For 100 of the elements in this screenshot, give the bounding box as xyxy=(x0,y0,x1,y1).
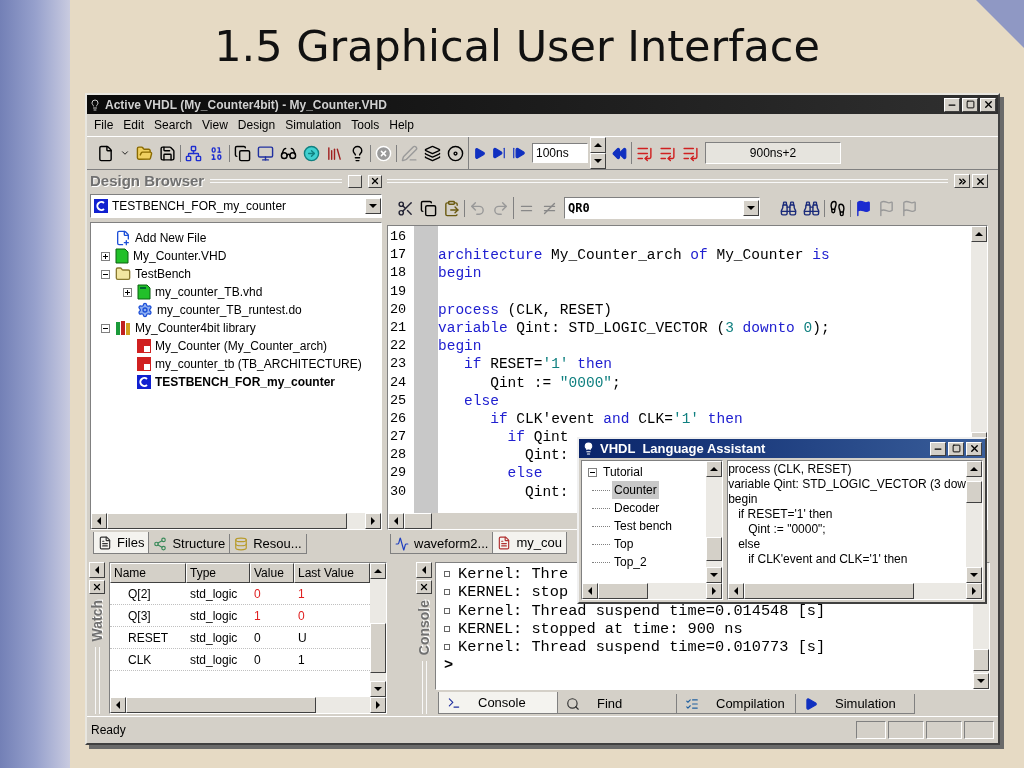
table-cell-text: std_logic xyxy=(189,585,239,603)
table-cell-text: 1 xyxy=(297,651,306,669)
tab[interactable]: Simulation xyxy=(795,694,915,714)
tree-item[interactable]: Add New File xyxy=(135,229,207,247)
table-cell-text: 0 xyxy=(253,651,262,669)
line-number: 20 xyxy=(389,300,408,319)
tree-item[interactable]: My_Counter.VHD xyxy=(133,247,227,265)
code-line: variable Qint: STD_LOGIC_VECTOR (3 downto 0); xyxy=(438,319,830,336)
console-prompt[interactable]: > xyxy=(444,656,454,675)
line-number: 17 xyxy=(389,246,408,265)
menu-item[interactable]: Help xyxy=(384,116,419,134)
line-number: 29 xyxy=(389,464,408,483)
code-line: if CLK'event and CLK='1' then xyxy=(489,410,743,427)
code-line: else xyxy=(506,465,543,482)
table-cell-text: 0 xyxy=(253,629,262,647)
tree-item[interactable]: my_counter_TB_runtest.do xyxy=(157,301,302,319)
column-header[interactable]: Name xyxy=(110,563,186,583)
table-cell-text: std_logic xyxy=(189,629,239,647)
line-number: 18 xyxy=(389,264,408,283)
line-number: 22 xyxy=(389,337,408,356)
table-cell-text: 1 xyxy=(253,607,262,625)
tab[interactable]: waveform2... xyxy=(390,534,494,554)
tree-item[interactable]: TestBench xyxy=(135,265,192,283)
table-cell-text: 0 xyxy=(297,607,306,625)
slide-title: 1.5 Graphical User Interface xyxy=(214,20,820,74)
tree-item[interactable]: Test bench xyxy=(612,517,675,535)
table-cell-text: U xyxy=(297,629,308,647)
console-line: KERNEL: stop xyxy=(458,583,569,602)
line-number: 26 xyxy=(389,409,408,428)
code-line: if RESET='1' then xyxy=(737,507,834,522)
code-line: if CLK'event and CLK='1' then xyxy=(747,552,909,567)
tab[interactable]: Console xyxy=(438,692,558,714)
tree-item[interactable]: Counter xyxy=(612,481,659,499)
menu-item[interactable]: Edit xyxy=(118,116,150,134)
code-line: if RESET='1' then xyxy=(463,356,613,373)
code-line: begin xyxy=(438,338,482,355)
column-header[interactable]: Value xyxy=(250,563,294,583)
menu-item[interactable]: Design xyxy=(232,116,281,134)
menu-item[interactable]: Search xyxy=(149,116,198,134)
tree-item[interactable]: Top xyxy=(612,535,636,553)
line-number: 21 xyxy=(389,318,408,337)
search-combo[interactable]: QR0 xyxy=(564,197,760,219)
tree-item[interactable]: My_Counter4bit library xyxy=(135,319,256,337)
window-title: VHDL Language Assistant xyxy=(600,439,767,458)
code-line: Qint := "0000"; xyxy=(489,374,621,391)
code-line: begin xyxy=(438,265,482,282)
simulation-time-field: 900ns+2 xyxy=(705,142,841,164)
menu-item[interactable]: File xyxy=(89,116,119,134)
table-cell-text: std_logic xyxy=(189,651,239,669)
panel-title: Console xyxy=(414,600,433,656)
tab[interactable]: Structure xyxy=(148,534,231,554)
console-line: Kernel: Thread suspend time=0.010773 [s] xyxy=(458,638,826,657)
table-cell-text: Q[2] xyxy=(127,585,152,603)
tree-item[interactable]: my_counter_tb (TB_ARCHITECTURE) xyxy=(155,355,362,373)
window-title: Active VHDL (My_Counter4bit) - My_Counter.VHD xyxy=(105,96,388,114)
table-cell-text: 1 xyxy=(297,585,306,603)
table-cell-text: 0 xyxy=(253,585,262,603)
tab[interactable]: my_cou xyxy=(492,532,567,554)
code-line: Qint: xyxy=(524,483,569,500)
column-header[interactable]: Last Value xyxy=(294,563,370,583)
code-line: process (CLK, RESET) xyxy=(438,301,613,318)
console-line: Kernel: Thread suspend time=0.014548 [s] xyxy=(458,601,826,620)
status-text: Ready xyxy=(91,722,127,739)
code-line: if Qint xyxy=(506,429,569,446)
table-cell-text: RESET xyxy=(127,629,169,647)
time-step-field[interactable]: 100ns xyxy=(532,143,588,163)
line-number: 30 xyxy=(389,482,408,501)
table-cell-text: Q[3] xyxy=(127,607,152,625)
line-number: 25 xyxy=(389,391,408,410)
table-cell-text: CLK xyxy=(127,651,153,669)
panel-title: Watch xyxy=(87,600,106,642)
tab[interactable]: Files xyxy=(93,532,150,554)
design-dropdown[interactable]: TESTBENCH_FOR_my_counter xyxy=(90,194,382,218)
tree-item[interactable]: My_Counter (My_Counter_arch) xyxy=(155,337,328,355)
line-number: 16 xyxy=(389,228,408,246)
console-line: Kernel: Thre xyxy=(458,565,569,584)
code-line: else xyxy=(737,537,762,552)
code-line: Qint: xyxy=(524,447,569,464)
code-line: variable Qint: STD_LOGIC_VECTOR (3 dow xyxy=(728,477,966,492)
table-cell-text: std_logic xyxy=(189,607,239,625)
tree-item[interactable]: my_counter_TB.vhd xyxy=(155,283,263,301)
tree-item[interactable]: Top_2 xyxy=(612,553,649,571)
column-header[interactable]: Type xyxy=(186,563,250,583)
panel-title: Design Browser xyxy=(90,170,205,191)
line-number: 23 xyxy=(389,355,408,374)
menu-item[interactable]: Tools xyxy=(346,116,385,134)
menu-item[interactable]: View xyxy=(197,116,233,134)
tree-item[interactable]: Tutorial xyxy=(601,463,645,481)
code-line: architecture My_Counter_arch of My_Counter is xyxy=(438,247,830,264)
code-line: begin xyxy=(728,492,759,507)
tab[interactable]: Resou... xyxy=(229,534,307,554)
line-number: 19 xyxy=(389,282,408,301)
tree-item[interactable]: Decoder xyxy=(612,499,662,517)
line-number: 24 xyxy=(389,373,408,392)
code-line: Qint := "0000"; xyxy=(747,522,827,537)
tree-item[interactable]: TESTBENCH_FOR_my_counter xyxy=(155,373,336,391)
line-number: 28 xyxy=(389,446,408,465)
menu-item[interactable]: Simulation xyxy=(280,116,347,134)
line-number: 27 xyxy=(389,428,408,447)
code-line: process (CLK, RESET) xyxy=(728,462,853,477)
